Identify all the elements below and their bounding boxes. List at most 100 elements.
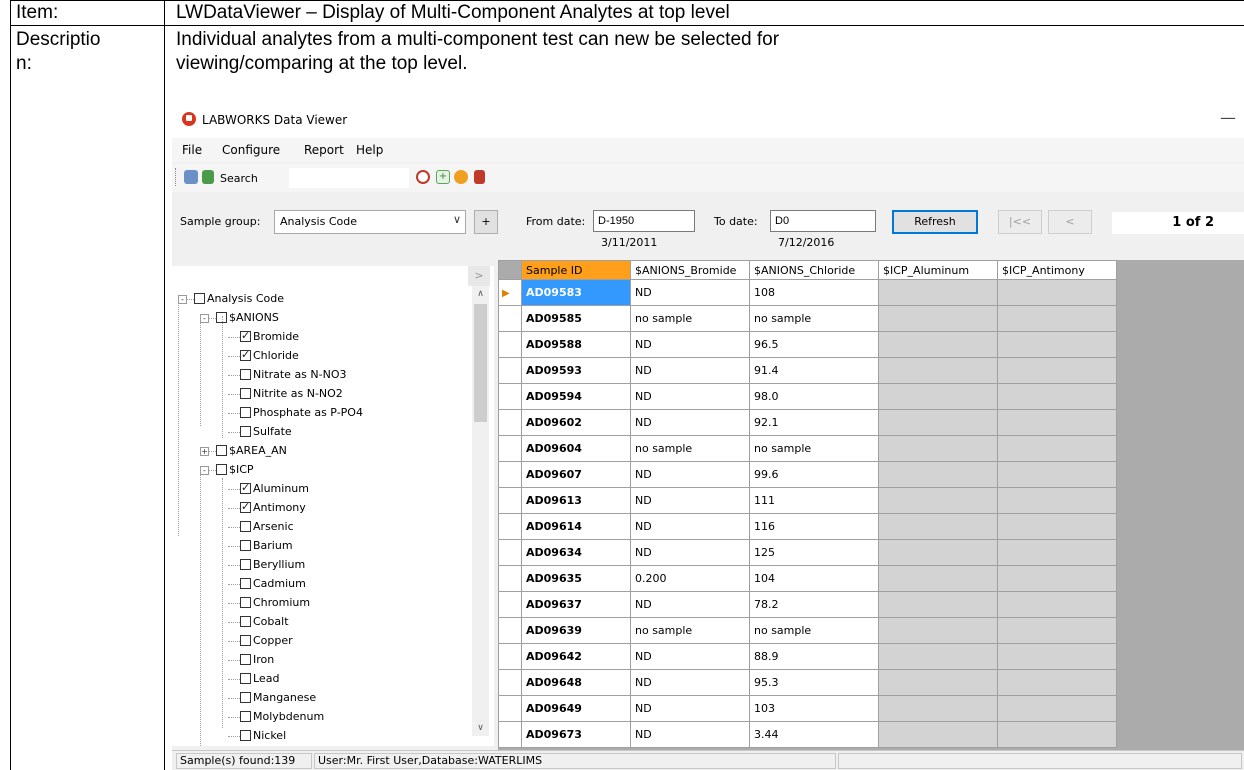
result-cell[interactable]: 95.3 bbox=[749, 669, 879, 696]
checkbox-icon[interactable] bbox=[240, 711, 251, 722]
table-row[interactable]: AD09648 ND 95.3 bbox=[498, 669, 1117, 696]
result-cell[interactable]: 78.2 bbox=[749, 591, 879, 618]
empty-cell[interactable] bbox=[997, 617, 1117, 644]
result-cell[interactable]: 3.44 bbox=[749, 721, 879, 748]
sample-id-cell[interactable]: AD09593 bbox=[521, 357, 631, 384]
sample-id-cell[interactable]: AD09634 bbox=[521, 539, 631, 566]
add-icon[interactable]: + bbox=[436, 170, 450, 184]
exit-icon[interactable] bbox=[474, 170, 485, 184]
to-date-input[interactable] bbox=[770, 210, 876, 232]
empty-cell[interactable] bbox=[878, 565, 998, 592]
tree-node[interactable]: Nitrate as N-NO3 bbox=[240, 368, 347, 384]
row-header[interactable] bbox=[498, 435, 522, 462]
sample-id-cell[interactable]: AD09635 bbox=[521, 565, 631, 592]
result-cell[interactable]: 98.0 bbox=[749, 383, 879, 410]
result-cell[interactable]: no sample bbox=[749, 617, 879, 644]
table-row[interactable]: AD09607 ND 99.6 bbox=[498, 461, 1117, 488]
empty-cell[interactable] bbox=[997, 357, 1117, 384]
tree-node[interactable]: Beryllium bbox=[240, 558, 305, 574]
grid-column-header[interactable]: Sample ID bbox=[521, 260, 631, 280]
checkbox-icon[interactable] bbox=[240, 730, 251, 741]
result-cell[interactable]: 91.4 bbox=[749, 357, 879, 384]
result-cell[interactable]: ND bbox=[630, 357, 750, 384]
row-header[interactable] bbox=[498, 513, 522, 540]
result-cell[interactable]: 88.9 bbox=[749, 643, 879, 670]
tree-node[interactable]: Sulfate bbox=[240, 425, 292, 441]
empty-cell[interactable] bbox=[997, 487, 1117, 514]
empty-cell[interactable] bbox=[878, 643, 998, 670]
result-cell[interactable]: ND bbox=[630, 279, 750, 306]
row-header[interactable] bbox=[498, 539, 522, 566]
result-cell[interactable]: 0.200 bbox=[630, 565, 750, 592]
checkbox-checked-icon[interactable] bbox=[240, 329, 251, 343]
row-header[interactable] bbox=[498, 383, 522, 410]
row-header[interactable]: ▶ bbox=[498, 279, 522, 306]
checkbox-icon[interactable] bbox=[194, 293, 205, 304]
row-header[interactable] bbox=[498, 721, 522, 748]
result-cell[interactable]: 96.5 bbox=[749, 331, 879, 358]
result-cell[interactable]: ND bbox=[630, 409, 750, 436]
result-cell[interactable]: ND bbox=[630, 591, 750, 618]
empty-cell[interactable] bbox=[878, 695, 998, 722]
checkbox-icon[interactable] bbox=[240, 388, 251, 399]
sample-group-select[interactable]: Analysis Code ∨ bbox=[274, 210, 466, 234]
table-row[interactable]: AD09602 ND 92.1 bbox=[498, 409, 1117, 436]
grid-column-header[interactable]: $ICP_Antimony bbox=[997, 260, 1117, 280]
result-cell[interactable]: no sample bbox=[630, 435, 750, 462]
result-cell[interactable]: 92.1 bbox=[749, 409, 879, 436]
empty-cell[interactable] bbox=[997, 669, 1117, 696]
tree-node[interactable]: Bromide bbox=[240, 329, 299, 346]
checkbox-icon[interactable] bbox=[240, 521, 251, 532]
search-input[interactable] bbox=[289, 168, 409, 188]
tree-node[interactable]: Chromium bbox=[240, 596, 310, 612]
checkbox-checked-icon[interactable] bbox=[240, 500, 251, 514]
result-cell[interactable]: 111 bbox=[749, 487, 879, 514]
row-header[interactable] bbox=[498, 695, 522, 722]
checkbox-icon[interactable] bbox=[240, 692, 251, 703]
empty-cell[interactable] bbox=[878, 487, 998, 514]
tree-node[interactable]: $ICP bbox=[216, 463, 254, 479]
sample-id-cell[interactable]: AD09602 bbox=[521, 409, 631, 436]
tree-node[interactable]: Chloride bbox=[240, 348, 299, 365]
table-row[interactable]: AD09649 ND 103 bbox=[498, 695, 1117, 722]
empty-cell[interactable] bbox=[878, 409, 998, 436]
empty-cell[interactable] bbox=[878, 461, 998, 488]
collapse-panel-button[interactable]: > bbox=[468, 266, 490, 286]
result-cell[interactable]: no sample bbox=[630, 305, 750, 332]
checkbox-icon[interactable] bbox=[240, 597, 251, 608]
grid-column-header[interactable]: $ICP_Aluminum bbox=[878, 260, 998, 280]
menu-configure[interactable]: Configure bbox=[222, 143, 280, 157]
refresh-button[interactable]: Refresh bbox=[892, 210, 978, 234]
sample-id-cell[interactable]: AD09585 bbox=[521, 305, 631, 332]
tree-node[interactable]: Analysis Code bbox=[194, 292, 284, 308]
checkbox-icon[interactable] bbox=[240, 673, 251, 684]
collapse-node-icon[interactable]: - bbox=[178, 295, 187, 304]
row-header[interactable] bbox=[498, 409, 522, 436]
empty-cell[interactable] bbox=[997, 513, 1117, 540]
tree-node[interactable]: Cobalt bbox=[240, 615, 289, 631]
empty-cell[interactable] bbox=[878, 669, 998, 696]
sample-id-cell[interactable]: AD09613 bbox=[521, 487, 631, 514]
sample-id-cell[interactable]: AD09588 bbox=[521, 331, 631, 358]
sample-id-cell[interactable]: AD09648 bbox=[521, 669, 631, 696]
result-cell[interactable]: ND bbox=[630, 513, 750, 540]
table-row[interactable]: AD09642 ND 88.9 bbox=[498, 643, 1117, 670]
tree-node[interactable]: Manganese bbox=[240, 691, 316, 707]
table-row[interactable]: ▶ AD09583 ND 108 bbox=[498, 279, 1117, 306]
checkbox-icon[interactable] bbox=[240, 616, 251, 627]
result-cell[interactable]: 108 bbox=[749, 279, 879, 306]
table-row[interactable]: AD09593 ND 91.4 bbox=[498, 357, 1117, 384]
result-cell[interactable]: 116 bbox=[749, 513, 879, 540]
result-cell[interactable]: no sample bbox=[749, 435, 879, 462]
result-cell[interactable]: 125 bbox=[749, 539, 879, 566]
empty-cell[interactable] bbox=[997, 565, 1117, 592]
result-cell[interactable]: ND bbox=[630, 721, 750, 748]
tree-node[interactable]: Lead bbox=[240, 672, 279, 688]
print-icon[interactable] bbox=[184, 170, 198, 184]
collapse-node-icon[interactable]: - bbox=[200, 466, 209, 475]
tree-node[interactable]: Cadmium bbox=[240, 577, 306, 593]
sample-id-cell[interactable]: AD09607 bbox=[521, 461, 631, 488]
empty-cell[interactable] bbox=[997, 435, 1117, 462]
sample-id-cell[interactable]: AD09639 bbox=[521, 617, 631, 644]
prev-page-button[interactable]: < bbox=[1048, 210, 1092, 234]
